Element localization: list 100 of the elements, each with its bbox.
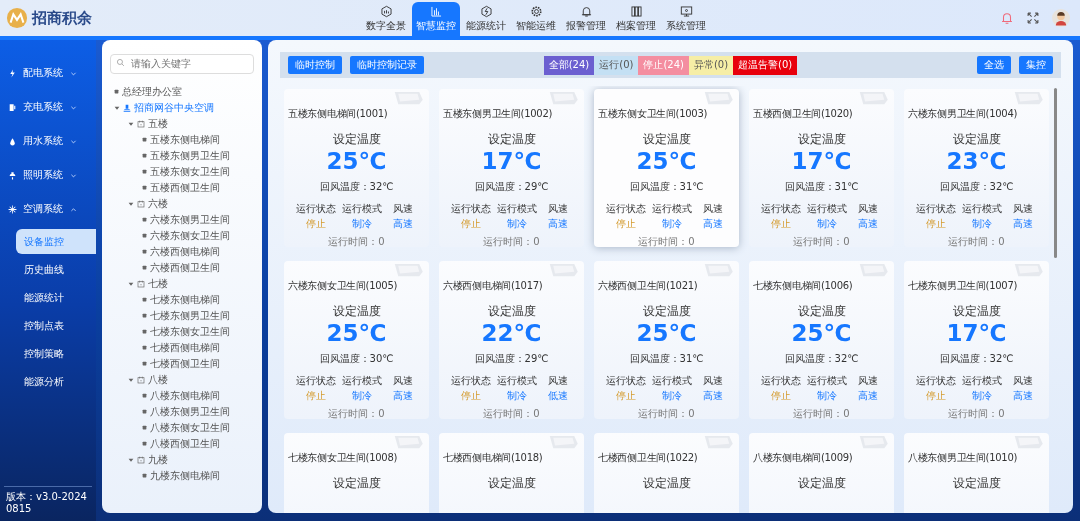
device-card[interactable]: 六楼西侧卫生间(1021) 设定温度 25℃ 回风温度：31℃ 运行状态 停止 运行模式 制冷 风速 高速 运行时间：0	[594, 261, 739, 419]
nav-tab[interactable]: 数字全景	[362, 2, 410, 36]
search-field[interactable]: 请输入关键字	[110, 53, 254, 74]
sidebar-subitem[interactable]: 能源统计	[16, 285, 96, 310]
tree-item[interactable]: 九楼东侧电梯间	[150, 468, 220, 483]
set-temp-label: 设定温度	[952, 475, 1001, 492]
field-value: 制冷	[351, 389, 372, 403]
sidebar-item[interactable]: 照明系统	[0, 158, 96, 192]
sidebar-item[interactable]: 空调系统	[0, 192, 96, 226]
nav-tab[interactable]: 能源统计	[462, 2, 510, 36]
field-value: 制冷	[661, 389, 682, 403]
tree-item[interactable]: 八楼东侧男卫生间	[150, 404, 230, 419]
tree-item[interactable]: 六楼东侧女卫生间	[150, 228, 230, 243]
set-temp-value: 25℃	[326, 320, 387, 346]
caret-icon[interactable]	[128, 376, 134, 383]
tree-item[interactable]: 五楼东侧电梯间	[150, 132, 220, 147]
set-temp-value: 25℃	[326, 148, 387, 174]
device-card[interactable]: 五楼西侧卫生间(1020) 设定温度 17℃ 回风温度：31℃ 运行状态 停止 运行模式 制冷 风速 高速 运行时间：0	[749, 89, 894, 247]
caret-icon[interactable]	[128, 280, 134, 287]
device-card[interactable]: 八楼东侧电梯间(1009) 设定温度	[749, 433, 894, 513]
tree-item[interactable]: 五楼东侧女卫生间	[150, 164, 230, 179]
tree-item[interactable]: 七楼东侧男卫生间	[150, 308, 230, 323]
hexagon-icon	[379, 5, 393, 18]
device-card[interactable]: 六楼西侧电梯间(1017) 设定温度 22℃ 回风温度：29℃ 运行状态 停止 运行模式 制冷 风速 低速 运行时间：0	[439, 261, 584, 419]
device-icon	[142, 169, 147, 174]
field-value: 高速	[1012, 389, 1033, 403]
floor-icon	[137, 199, 145, 208]
tree-item[interactable]: 招商网谷中央空调	[134, 100, 214, 115]
tree-item[interactable]: 八楼东侧女卫生间	[150, 420, 230, 435]
field-value: 高速	[857, 389, 878, 403]
device-icon	[142, 297, 147, 302]
field-label: 风速	[702, 374, 723, 388]
tree-item[interactable]: 五楼	[148, 116, 168, 131]
field-label: 风速	[547, 374, 568, 388]
tree-item[interactable]: 六楼西侧电梯间	[150, 244, 220, 259]
nav-tab[interactable]: 智慧监控	[412, 2, 460, 36]
action-button[interactable]: 临时控制记录	[350, 56, 424, 74]
tree-item[interactable]: 总经理办公室	[122, 84, 182, 99]
tree-item[interactable]: 六楼	[148, 196, 168, 211]
tree-item[interactable]: 六楼西侧卫生间	[150, 260, 220, 275]
device-card[interactable]: 七楼东侧女卫生间(1008) 设定温度	[284, 433, 429, 513]
device-icon	[142, 409, 147, 414]
action-button[interactable]: 全选	[977, 56, 1011, 74]
sidebar-subitem[interactable]: 历史曲线	[16, 257, 96, 282]
device-card[interactable]: 七楼西侧电梯间(1018) 设定温度	[439, 433, 584, 513]
tree-item[interactable]: 六楼东侧男卫生间	[150, 212, 230, 227]
field-label: 运行模式	[341, 374, 382, 388]
tree-item[interactable]: 九楼	[148, 452, 168, 467]
sidebar-item[interactable]: 配电系统	[0, 56, 96, 90]
nav-tab[interactable]: 报警管理	[562, 2, 610, 36]
tree-item[interactable]: 八楼西侧卫生间	[150, 436, 220, 451]
field-label: 运行状态	[915, 374, 956, 388]
tree-item[interactable]: 七楼西侧卫生间	[150, 356, 220, 371]
filter-tab[interactable]: 运行(0)	[594, 55, 639, 75]
sidebar-item[interactable]: 充电系统	[0, 90, 96, 124]
caret-icon[interactable]	[128, 200, 134, 207]
tree-item[interactable]: 七楼东侧女卫生间	[150, 324, 230, 339]
field-label: 风速	[1012, 202, 1033, 216]
avatar-icon[interactable]	[1052, 9, 1070, 27]
field-value: 高速	[392, 389, 413, 403]
set-temp-label: 设定温度	[487, 131, 536, 148]
device-card[interactable]: 五楼东侧女卫生间(1003) 设定温度 25℃ 回风温度：31℃ 运行状态 停止 运行模式 制冷 风速 高速 运行时间：0	[594, 89, 739, 247]
return-temp-text: 回风温度：29℃	[474, 180, 549, 194]
tree-item[interactable]: 五楼西侧卫生间	[150, 180, 220, 195]
sidebar-subitem[interactable]: 能源分析	[16, 369, 96, 394]
device-icon	[142, 425, 147, 430]
filter-tab[interactable]: 全部(24)	[543, 55, 595, 75]
sidebar-subitem[interactable]: 控制策略	[16, 341, 96, 366]
device-card[interactable]: 六楼东侧女卫生间(1005) 设定温度 25℃ 回风温度：30℃ 运行状态 停止 运行模式 制冷 风速 高速 运行时间：0	[284, 261, 429, 419]
scrollbar[interactable]	[1054, 88, 1057, 258]
nav-tab[interactable]: 智能运维	[512, 2, 560, 36]
field-value: 制冷	[816, 389, 837, 403]
filter-tab[interactable]: 异常(0)	[688, 55, 734, 75]
tree-item[interactable]: 七楼西侧电梯间	[150, 340, 220, 355]
runtime-text: 运行时间：0	[483, 407, 540, 421]
tree-item[interactable]: 七楼东侧电梯间	[150, 292, 220, 307]
fullscreen-icon[interactable]	[1026, 11, 1040, 25]
device-card[interactable]: 五楼东侧男卫生间(1002) 设定温度 17℃ 回风温度：29℃ 运行状态 停止 运行模式 制冷 风速 高速 运行时间：0	[439, 89, 584, 247]
caret-icon[interactable]	[128, 456, 134, 463]
filter-tab[interactable]: 超温告警(0)	[733, 55, 798, 75]
nav-tab[interactable]: 档案管理	[612, 2, 660, 36]
nav-tab[interactable]: 系统管理	[662, 2, 710, 36]
device-card[interactable]: 六楼东侧男卫生间(1004) 设定温度 23℃ 回风温度：32℃ 运行状态 停止 运行模式 制冷 风速 高速 运行时间：0	[904, 89, 1049, 247]
device-card[interactable]: 五楼东侧电梯间(1001) 设定温度 25℃ 回风温度：32℃ 运行状态 停止 运行模式 制冷 风速 高速 运行时间：0	[284, 89, 429, 247]
tree-item[interactable]: 八楼	[148, 372, 168, 387]
action-button[interactable]: 临时控制	[288, 56, 342, 74]
sidebar-subitem[interactable]: 控制点表	[16, 313, 96, 338]
device-card[interactable]: 八楼东侧男卫生间(1010) 设定温度	[904, 433, 1049, 513]
sidebar-item[interactable]: 用水系统	[0, 124, 96, 158]
device-name: 六楼东侧女卫生间(1005)	[288, 279, 398, 293]
caret-icon[interactable]	[114, 104, 120, 111]
action-button[interactable]: 集控	[1019, 56, 1053, 74]
tree-item[interactable]: 五楼东侧男卫生间	[150, 148, 230, 163]
return-temp-text: 回风温度：32℃	[939, 180, 1014, 194]
tree-item[interactable]: 七楼	[148, 276, 168, 291]
caret-icon[interactable]	[128, 120, 134, 127]
device-card[interactable]: 七楼东侧电梯间(1006) 设定温度 25℃ 回风温度：32℃ 运行状态 停止 运行模式 制冷 风速 高速 运行时间：0	[749, 261, 894, 419]
device-card[interactable]: 七楼东侧男卫生间(1007) 设定温度 17℃ 回风温度：32℃ 运行状态 停止 运行模式 制冷 风速 高速 运行时间：0	[904, 261, 1049, 419]
device-card[interactable]: 七楼西侧卫生间(1022) 设定温度	[594, 433, 739, 513]
tree-item[interactable]: 八楼东侧电梯间	[150, 388, 220, 403]
